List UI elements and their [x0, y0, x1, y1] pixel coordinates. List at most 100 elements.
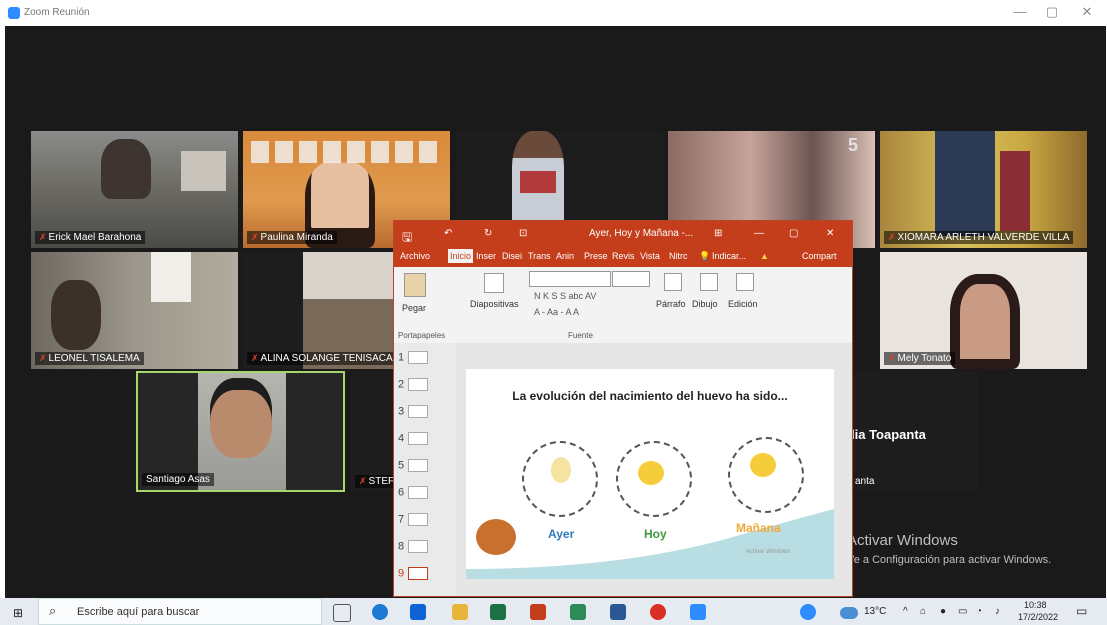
slide-thumbnail[interactable]: 5: [398, 459, 429, 472]
undo-icon[interactable]: ↶: [444, 228, 452, 239]
slide-canvas[interactable]: La evolución del nacimiento del huevo ha…: [466, 369, 834, 579]
network-icon[interactable]: ⌂: [920, 606, 926, 617]
participant-name: ✗ XIOMARA ARLETH VALVERDE VILLA: [884, 231, 1074, 244]
slide-thumbnail[interactable]: 7: [398, 513, 429, 526]
weather-temp[interactable]: 13°C: [864, 606, 886, 617]
tray-chevron-icon[interactable]: ^: [903, 606, 908, 617]
paste-icon[interactable]: [404, 273, 426, 297]
tab-archivo[interactable]: Archivo: [400, 251, 430, 261]
wifi-icon[interactable]: ◔: [976, 606, 982, 617]
powerpoint-icon[interactable]: [530, 604, 546, 620]
redo-icon[interactable]: ↻: [484, 228, 492, 239]
tab-inicio[interactable]: Inicio: [448, 249, 474, 263]
tab-disenio[interactable]: Disei: [502, 251, 522, 261]
publisher-icon[interactable]: [570, 604, 586, 620]
zoom-icon[interactable]: [690, 604, 706, 620]
slide-thumbnail[interactable]: 1: [398, 351, 429, 364]
slide-thumbnail[interactable]: 6: [398, 486, 429, 499]
mic-muted-icon: ✗: [251, 232, 259, 242]
search-icon[interactable]: [736, 273, 754, 291]
edge-icon[interactable]: [372, 604, 388, 620]
participant-tile[interactable]: ✗ XIOMARA ARLETH VALVERDE VILLA: [880, 131, 1087, 248]
slide-thumbnail[interactable]: 2: [398, 378, 429, 391]
minimize-button[interactable]: —: [1008, 4, 1032, 19]
participant-tile[interactable]: lia Toapanta anta: [851, 371, 978, 492]
participant-tile[interactable]: ✗ ALINA SOLANGE TENISACA V: [243, 252, 393, 369]
drawing-button[interactable]: Dibujo: [692, 299, 718, 309]
mic-icon[interactable]: ●: [940, 606, 946, 617]
participant-name: ✗ Erick Mael Barahona: [35, 231, 146, 244]
ppt-close-button[interactable]: ✕: [826, 228, 834, 239]
slide-thumbnail[interactable]: 4: [398, 432, 429, 445]
search-icon: ⌕: [49, 603, 57, 618]
close-button[interactable]: ✕: [1075, 4, 1099, 20]
participant-tile-speaking[interactable]: Santiago Asas: [136, 371, 345, 492]
slide-thumbnails: 1 2 3 4 5 6 7 8 9: [394, 343, 456, 596]
participant-tile[interactable]: ✗ STEFA: [351, 371, 399, 492]
ribbon-display-icon[interactable]: ⊞: [714, 228, 722, 239]
maximize-button[interactable]: ▢: [1040, 4, 1064, 20]
ribbon-tabs: Archivo Inicio Inser Disei Trans Anin Pr…: [394, 247, 852, 267]
slide-heading: La evolución del nacimiento del huevo ha…: [512, 389, 788, 403]
new-slide-icon[interactable]: [484, 273, 504, 293]
participant-tile[interactable]: ✗ Mely Tonato: [880, 252, 1087, 369]
slide-thumbnail[interactable]: 3: [398, 405, 429, 418]
weather-icon[interactable]: [840, 607, 858, 619]
tab-vista[interactable]: Vista: [640, 251, 660, 261]
wave-shape: [466, 509, 834, 579]
chick-icon: [638, 461, 664, 485]
powerpoint-window[interactable]: 🖫 ↶ ↻ ⊡ Ayer, Hoy y Mañana -... ⊞ — ▢ ✕ …: [393, 220, 853, 597]
dropbox-icon[interactable]: [410, 604, 426, 620]
save-icon[interactable]: 🖫: [402, 228, 412, 249]
tab-revisar[interactable]: Revis: [612, 251, 635, 261]
paragraph-icon[interactable]: [664, 273, 682, 291]
slides-button[interactable]: Diapositivas: [470, 299, 519, 309]
ppt-minimize-button[interactable]: —: [754, 228, 764, 239]
tell-me-input[interactable]: Indicar...: [712, 251, 746, 261]
paragraph-button[interactable]: Párrafo: [656, 299, 686, 309]
activate-windows-title: Activar Windows: [847, 532, 958, 549]
font-format-buttons[interactable]: N K S S abc AV: [534, 291, 596, 301]
clock-date[interactable]: 17/2/2022: [1018, 612, 1058, 622]
ppt-maximize-button[interactable]: ▢: [789, 228, 798, 239]
participant-tile[interactable]: ✗ Erick Mael Barahona: [31, 131, 238, 248]
zoom-titlebar: Zoom Reunión — ▢ ✕: [0, 0, 1107, 26]
tab-insertar[interactable]: Inser: [476, 251, 496, 261]
participant-name: anta: [855, 476, 875, 487]
participant-name: ✗ LEONEL TISALEMA: [35, 352, 144, 365]
excel-icon[interactable]: [490, 604, 506, 620]
editing-button[interactable]: Edición: [728, 299, 758, 309]
chrome-icon[interactable]: [650, 604, 666, 620]
label-manana: Mañana: [736, 521, 781, 535]
slide-watermark: Activar Windows: [746, 549, 791, 555]
font-size-select[interactable]: [612, 271, 650, 287]
taskbar-search[interactable]: ⌕ Escribe aquí para buscar: [38, 598, 322, 625]
notifications-icon[interactable]: ▭: [1076, 604, 1087, 618]
windows-taskbar: ⊞ ⌕ Escribe aquí para buscar 13°C ^ ⌂ ● …: [0, 598, 1107, 625]
slide-thumbnail[interactable]: 8: [398, 540, 429, 553]
tab-animaciones[interactable]: Anin: [556, 251, 574, 261]
font-size-buttons[interactable]: A - Aa - A A: [534, 307, 579, 317]
word-icon[interactable]: [610, 604, 626, 620]
present-icon[interactable]: ⊡: [519, 228, 527, 239]
slide-editor[interactable]: La evolución del nacimiento del huevo ha…: [456, 343, 852, 596]
slide-thumbnail-selected[interactable]: 9: [398, 567, 429, 580]
help-icon[interactable]: [800, 604, 816, 620]
tab-nitro[interactable]: Nitrc: [669, 251, 688, 261]
file-explorer-icon[interactable]: [452, 604, 468, 620]
task-view-icon[interactable]: [333, 604, 351, 622]
paste-button[interactable]: Pegar: [402, 303, 426, 313]
mic-muted-icon: ✗: [39, 353, 47, 363]
tab-transiciones[interactable]: Trans: [528, 251, 551, 261]
clock-time[interactable]: 10:38: [1024, 600, 1047, 610]
tab-presentacion[interactable]: Prese: [584, 251, 608, 261]
participant-tile[interactable]: ✗ LEONEL TISALEMA: [31, 252, 238, 369]
font-name-select[interactable]: [529, 271, 611, 287]
start-icon[interactable]: ⊞: [13, 606, 23, 620]
battery-icon[interactable]: ▭: [958, 606, 967, 617]
share-button[interactable]: Compart: [802, 251, 837, 261]
participant-name: ✗ Mely Tonato: [884, 352, 956, 365]
drawing-icon[interactable]: [700, 273, 718, 291]
volume-icon[interactable]: ♪: [995, 606, 1000, 617]
egg-icon: [551, 457, 571, 483]
